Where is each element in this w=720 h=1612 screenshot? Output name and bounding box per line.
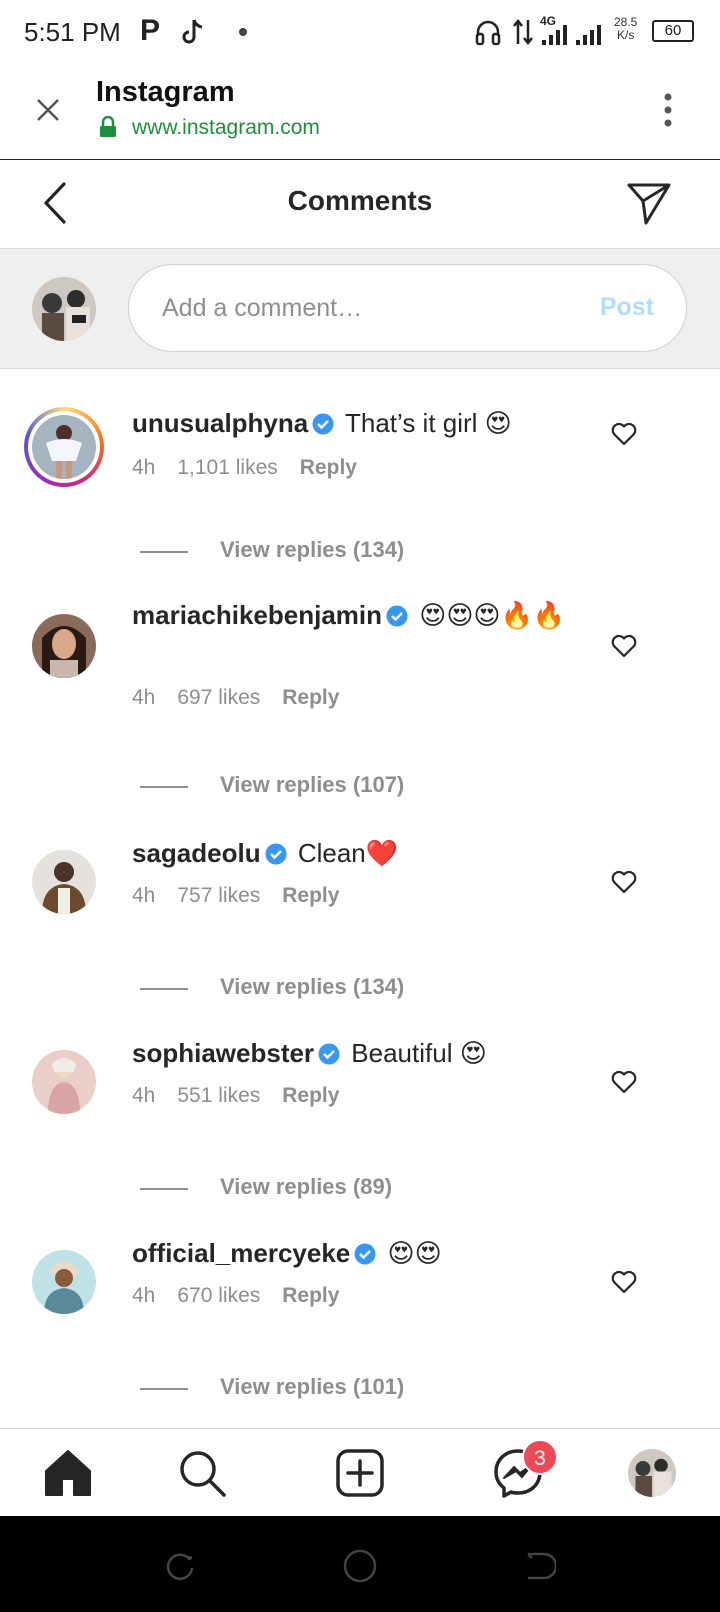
user-avatar[interactable] [32, 1050, 96, 1114]
more-options-icon[interactable] [656, 92, 680, 128]
home-icon[interactable] [42, 1447, 94, 1499]
view-replies-line [140, 988, 188, 990]
comment-meta: 4h 1,101 likes Reply [132, 456, 379, 480]
status-bar: 5:51 PM P 4G 28.5 K/s 60 [0, 0, 720, 66]
headphones-icon [475, 20, 501, 46]
verified-badge-icon [312, 413, 334, 435]
battery-indicator: 60 [652, 20, 694, 42]
comment-username[interactable]: unusualphyna [132, 408, 308, 438]
view-replies-line [140, 1388, 188, 1390]
comment-username[interactable]: sagadeolu [132, 838, 261, 868]
comment-text: official_mercyeke 😍😍 [132, 1236, 582, 1270]
comment-body: 😍😍😍🔥🔥 [412, 600, 566, 630]
verified-badge-icon [265, 843, 287, 865]
current-user-avatar[interactable] [32, 277, 96, 341]
user-avatar[interactable] [32, 415, 96, 479]
comment-body: Beautiful 😍 [344, 1038, 487, 1068]
comment-meta: 4h 551 likes Reply [132, 1084, 361, 1108]
comment-time: 4h [132, 1084, 156, 1107]
comment-item: mariachikebenjamin 😍😍😍🔥🔥 4h 697 likes Repl… [0, 600, 720, 802]
comment-time: 4h [132, 884, 156, 907]
verified-badge-icon [386, 605, 408, 627]
comment-body: 😍😍 [380, 1238, 442, 1268]
comment-likes[interactable]: 757 likes [177, 884, 260, 907]
like-heart-icon[interactable] [611, 422, 637, 446]
comment-placeholder: Add a comment… [162, 294, 363, 322]
comment-body: Clean❤️ [290, 838, 399, 868]
comment-text: sagadeolu Clean❤️ [132, 836, 582, 870]
comment-username[interactable]: mariachikebenjamin [132, 600, 382, 630]
verified-badge-icon [354, 1243, 376, 1265]
recents-icon[interactable] [164, 1550, 196, 1582]
back-button-icon[interactable] [524, 1550, 556, 1582]
comment-likes[interactable]: 1,101 likes [177, 456, 277, 479]
comment-likes[interactable]: 551 likes [177, 1084, 260, 1107]
comment-time: 4h [132, 686, 156, 709]
like-heart-icon[interactable] [611, 1070, 637, 1094]
view-replies-line [140, 1188, 188, 1190]
close-icon[interactable] [34, 96, 62, 124]
lock-icon [100, 116, 116, 137]
system-nav-bar [0, 1516, 720, 1612]
reply-button[interactable]: Reply [282, 884, 339, 907]
home-button-icon[interactable] [342, 1548, 378, 1584]
view-replies-button[interactable]: View replies (107) [220, 772, 404, 798]
comment-username[interactable]: official_mercyeke [132, 1238, 350, 1268]
comment-time: 4h [132, 1284, 156, 1307]
comment-item: official_mercyeke 😍😍 4h 670 likes Reply Vi… [0, 1238, 720, 1402]
browser-url[interactable]: www.instagram.com [132, 116, 320, 140]
reply-button[interactable]: Reply [300, 456, 357, 479]
messenger-badge: 3 [522, 1439, 558, 1475]
comment-meta: 4h 757 likes Reply [132, 884, 361, 908]
comment-item: sagadeolu Clean❤️ 4h 757 likes Reply View … [0, 838, 720, 1002]
comment-item: unusualphyna That’s it girl 😍 4h 1,101 li… [0, 392, 720, 572]
comment-input[interactable]: Add a comment… Post [128, 264, 687, 352]
user-avatar[interactable] [32, 1250, 96, 1314]
add-comment-bar: Add a comment… Post [0, 249, 720, 369]
like-heart-icon[interactable] [611, 634, 637, 658]
like-heart-icon[interactable] [611, 870, 637, 894]
view-replies-line [140, 786, 188, 788]
bottom-nav: 3 [0, 1428, 720, 1516]
reply-button[interactable]: Reply [282, 1084, 339, 1107]
share-direct-icon[interactable] [626, 181, 672, 225]
data-transfer-icon [513, 18, 533, 46]
user-avatar[interactable] [32, 850, 96, 914]
verified-badge-icon [318, 1043, 340, 1065]
comments-header: Comments [0, 161, 720, 249]
browser-title: Instagram [96, 76, 235, 108]
reply-button[interactable]: Reply [282, 1284, 339, 1307]
user-avatar[interactable] [32, 614, 96, 678]
signal-strength-icon [542, 25, 601, 45]
view-replies-button[interactable]: View replies (134) [220, 974, 404, 1000]
view-replies-button[interactable]: View replies (101) [220, 1374, 404, 1400]
new-post-icon[interactable] [334, 1447, 386, 1499]
reply-button[interactable]: Reply [282, 686, 339, 709]
notification-p-icon: P [140, 14, 161, 47]
browser-bar: Instagram www.instagram.com [0, 66, 720, 160]
profile-avatar[interactable] [628, 1449, 676, 1497]
comment-text: unusualphyna That’s it girl 😍 [132, 406, 582, 440]
comment-username[interactable]: sophiawebster [132, 1038, 314, 1068]
comment-meta: 4h 697 likes Reply [132, 686, 361, 710]
status-time: 5:51 PM [24, 17, 121, 47]
notification-dot [239, 28, 247, 36]
search-icon[interactable] [176, 1447, 228, 1499]
comment-likes[interactable]: 697 likes [177, 686, 260, 709]
comment-meta: 4h 670 likes Reply [132, 1284, 361, 1308]
comment-likes[interactable]: 670 likes [177, 1284, 260, 1307]
comment-text: sophiawebster Beautiful 😍 [132, 1036, 582, 1070]
comment-text: mariachikebenjamin 😍😍😍🔥🔥 [132, 598, 582, 632]
comment-time: 4h [132, 456, 156, 479]
comment-item: sophiawebster Beautiful 😍 4h 551 likes Rep… [0, 1038, 720, 1202]
page-title: Comments [287, 185, 433, 216]
tiktok-icon [182, 19, 203, 44]
view-replies-line [140, 551, 188, 553]
post-button[interactable]: Post [600, 293, 654, 322]
like-heart-icon[interactable] [611, 1270, 637, 1294]
view-replies-button[interactable]: View replies (89) [220, 1174, 392, 1200]
comment-body: That’s it girl 😍 [338, 408, 512, 438]
network-speed: 28.5 K/s [614, 15, 638, 42]
view-replies-button[interactable]: View replies (134) [220, 537, 404, 563]
